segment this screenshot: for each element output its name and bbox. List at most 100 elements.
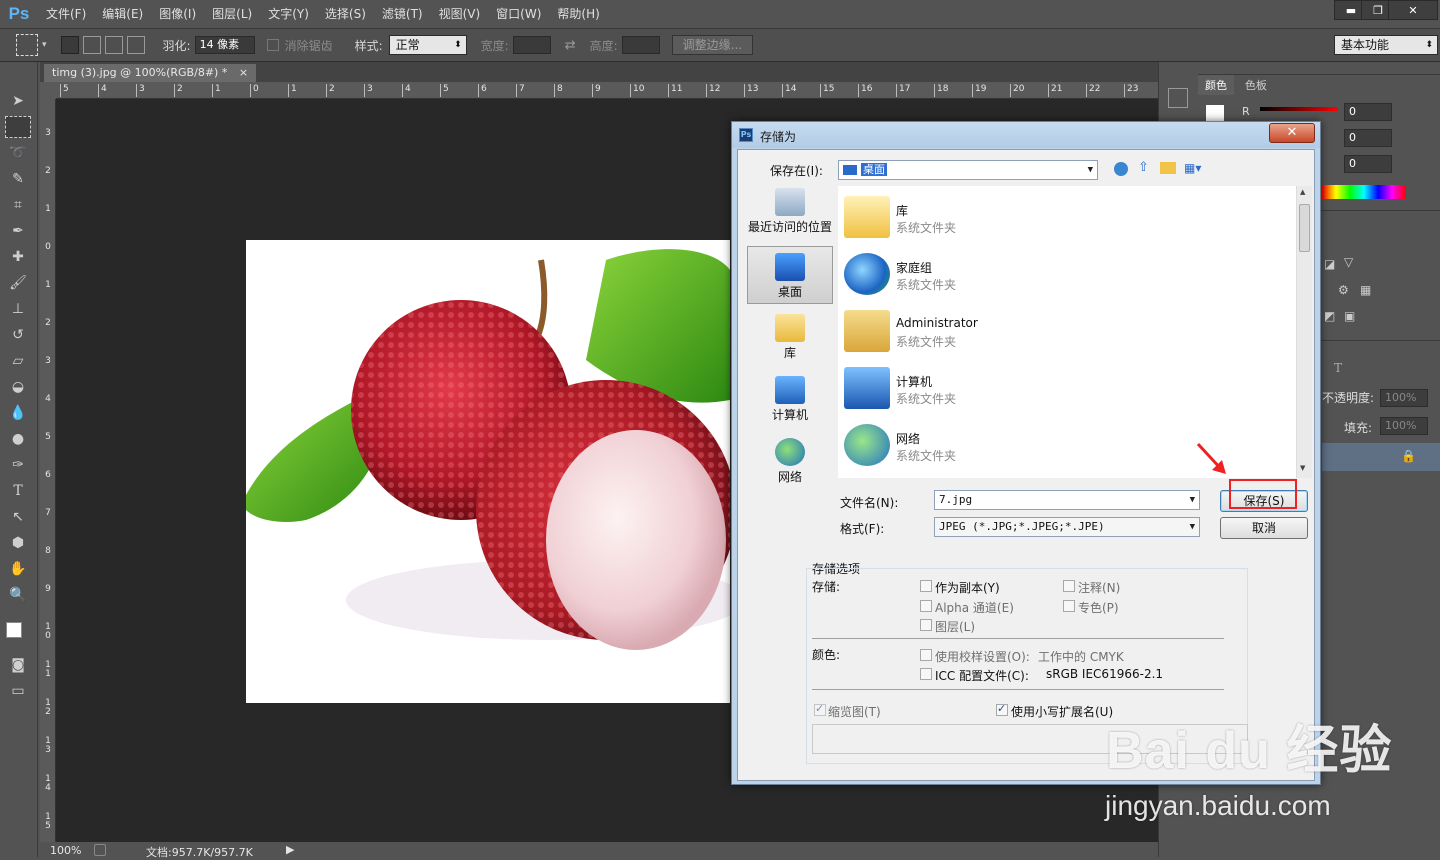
marquee-tool-icon[interactable] [16,34,38,56]
path-select-tool-icon[interactable]: ↖ [5,506,31,528]
lasso-tool-icon[interactable]: ➰ [5,142,31,164]
rect-marquee-tool-icon[interactable] [5,116,31,138]
r-slider[interactable] [1260,107,1338,111]
blur-tool-icon[interactable]: 💧 [5,402,31,424]
place-computer[interactable]: 计算机 [747,376,833,423]
subtract-selection-icon[interactable] [104,36,123,54]
use-proof-checkbox[interactable] [920,649,932,661]
scroll-up-icon[interactable]: ▲ [1300,188,1305,196]
notes-checkbox[interactable] [1063,580,1075,592]
eyedropper-tool-icon[interactable]: ✒ [5,220,31,242]
menu-view[interactable]: 视图(V) [431,0,489,28]
place-desktop[interactable]: 桌面 [747,246,833,304]
posterize-icon[interactable]: ▣ [1344,309,1355,323]
add-selection-icon[interactable] [82,36,101,54]
opacity-input[interactable]: 100% [1380,389,1428,407]
eraser-tool-icon[interactable]: ▱ [5,350,31,372]
up-folder-icon[interactable]: ⇧ [1138,160,1149,175]
as-copy-checkbox[interactable] [920,580,932,592]
antialias-checkbox[interactable] [266,39,279,51]
menu-file[interactable]: 文件(F) [38,0,94,28]
list-item[interactable]: 计算机 系统文件夹 [844,363,1224,413]
r-value[interactable]: 0 [1344,103,1392,121]
gradient-map-icon[interactable]: ▽ [1344,255,1353,269]
place-library[interactable]: 库 [747,314,833,361]
healing-brush-tool-icon[interactable]: ✚ [5,246,31,268]
scroll-down-icon[interactable]: ▼ [1300,464,1305,472]
tab-swatches[interactable]: 色板 [1238,75,1274,95]
dialog-close-button[interactable]: ✕ [1269,123,1315,143]
workspace-select[interactable]: 基本功能 ⬍ [1334,35,1438,55]
save-in-combo[interactable]: 桌面 ▼ [838,160,1098,180]
tab-color[interactable]: 颜色 [1198,75,1234,95]
height-input[interactable] [621,36,660,54]
document-tab[interactable]: timg (3).jpg @ 100%(RGB/8#) * × [44,64,257,82]
list-item[interactable]: Administrator 系统文件夹 [844,306,1224,356]
close-tab-icon[interactable]: × [239,66,248,79]
filename-input[interactable]: 7.jpg ▼ [934,490,1200,510]
format-select[interactable]: JPEG (*.JPG;*.JPEG;*.JPE) ▼ [934,517,1200,537]
menu-edit[interactable]: 编辑(E) [94,0,151,28]
thumbnail-checkbox[interactable] [814,702,826,716]
feather-input[interactable]: 14 像素 [194,36,255,54]
new-selection-icon[interactable] [60,36,79,54]
layer-row-background[interactable]: 🔒 [1322,443,1440,471]
hand-tool-icon[interactable]: ✋ [5,558,31,580]
new-folder-icon[interactable] [1160,162,1176,174]
quick-mask-icon[interactable]: ◙ [5,654,31,676]
g-value[interactable]: 0 [1344,129,1392,147]
pen-tool-icon[interactable]: ✑ [5,454,31,476]
brush-tool-icon[interactable]: 🖌 [5,272,31,294]
b-value[interactable]: 0 [1344,155,1392,173]
fill-input[interactable]: 100% [1380,417,1428,435]
zoom-tool-icon[interactable]: 🔍 [5,584,31,606]
channel-mixer-icon[interactable]: ⚙ [1338,283,1349,297]
shape-tool-icon[interactable]: ⬢ [5,532,31,554]
menu-type[interactable]: 文字(Y) [260,0,317,28]
place-recent[interactable]: 最近访问的位置 [747,188,833,235]
color-spectrum[interactable] [1322,185,1406,199]
crop-tool-icon[interactable]: ⌗ [5,194,31,216]
list-item[interactable]: 网络 系统文件夹 [844,420,1224,470]
tool-preset-chevron-icon[interactable]: ▾ [42,40,47,50]
filter-type-icon[interactable]: T [1334,361,1342,375]
list-item[interactable]: 库 系统文件夹 [844,192,1224,242]
file-list-scrollbar[interactable]: ▲ ▼ [1296,186,1312,478]
dodge-tool-icon[interactable]: ● [5,428,31,450]
menu-image[interactable]: 图像(I) [151,0,204,28]
clone-stamp-tool-icon[interactable]: ⊥ [5,298,31,320]
color-fg-swatch[interactable] [1206,105,1224,121]
style-select[interactable]: 正常 ⬍ [388,35,467,55]
color-lookup-icon[interactable]: ▦ [1360,283,1371,297]
refine-edge-button[interactable]: 调整边缘... [671,35,754,55]
menu-layer[interactable]: 图层(L) [204,0,260,28]
paint-bucket-tool-icon[interactable]: ◒ [5,376,31,398]
zoom-level[interactable]: 100% [50,844,81,857]
menu-window[interactable]: 窗口(W) [488,0,549,28]
list-item[interactable]: 家庭组 系统文件夹 [844,249,1224,299]
move-tool-icon[interactable]: ➤ [5,90,31,112]
layers-checkbox[interactable] [920,619,932,631]
spot-colors-checkbox[interactable] [1063,600,1075,612]
foreground-color-swatch[interactable] [6,622,22,638]
swap-icon[interactable]: ⇄ [565,38,576,53]
icc-profile-checkbox[interactable] [920,668,932,680]
status-icon[interactable] [94,844,106,856]
invert-icon[interactable]: ◩ [1324,309,1335,323]
color-swatches[interactable] [0,610,37,650]
menu-filter[interactable]: 滤镜(T) [374,0,431,28]
menu-help[interactable]: 帮助(H) [549,0,607,28]
menu-select[interactable]: 选择(S) [317,0,374,28]
curves-icon[interactable]: ◪ [1324,257,1335,271]
scroll-thumb[interactable] [1299,204,1310,252]
history-brush-tool-icon[interactable]: ↺ [5,324,31,346]
dialog-titlebar[interactable]: Ps 存储为 [732,122,1320,148]
back-icon[interactable] [1114,162,1128,176]
width-input[interactable] [512,36,551,54]
type-tool-icon[interactable]: T [5,480,31,502]
screen-mode-icon[interactable]: ▭ [5,680,31,702]
status-menu-arrow-icon[interactable]: ▶ [286,843,294,856]
place-network[interactable]: 网络 [747,438,833,485]
quick-select-tool-icon[interactable]: ✎ [5,168,31,190]
history-panel-icon[interactable] [1167,88,1188,108]
